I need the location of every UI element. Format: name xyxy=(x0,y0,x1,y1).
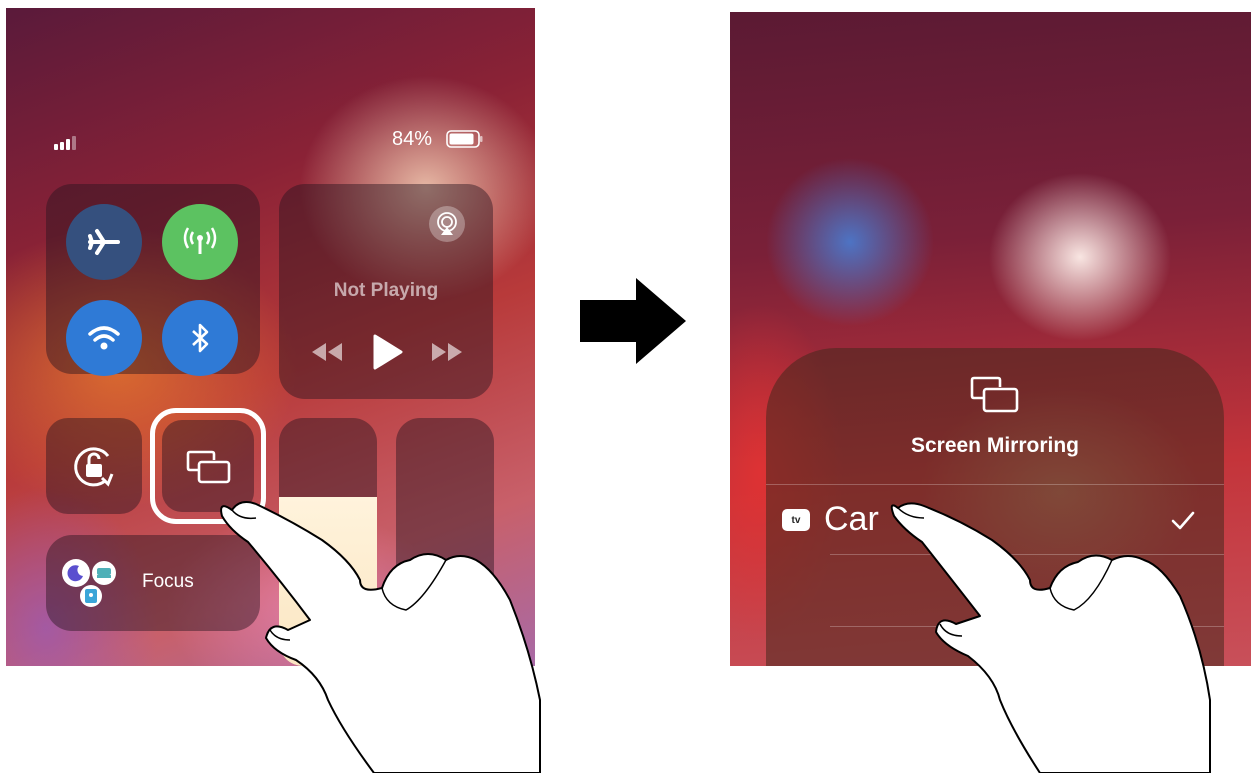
battery-percent: 84% xyxy=(392,128,433,150)
airplay-button[interactable] xyxy=(429,206,465,242)
fast-forward-button[interactable] xyxy=(429,339,465,365)
bluetooth-button[interactable] xyxy=(162,300,238,376)
fast-forward-icon xyxy=(432,343,462,361)
device-name: Car xyxy=(824,500,879,538)
airplay-icon xyxy=(437,212,457,235)
play-icon xyxy=(373,334,403,370)
battery-icon xyxy=(446,130,484,148)
cellular-data-button[interactable] xyxy=(162,204,238,280)
signal-strength-icon xyxy=(54,136,84,150)
now-playing-tile: Not Playing xyxy=(279,184,493,399)
apple-tv-badge-text: tv xyxy=(791,514,801,526)
rotation-lock-icon xyxy=(74,447,114,487)
now-playing-title: Not Playing xyxy=(333,280,439,301)
rewind-icon xyxy=(312,343,342,361)
bluetooth-icon xyxy=(192,323,209,353)
sheet-title: Screen Mirroring xyxy=(910,434,1080,457)
arrow-right-icon xyxy=(580,278,686,364)
rotation-lock-button[interactable] xyxy=(46,418,142,514)
wifi-button[interactable] xyxy=(66,300,142,376)
screen-mirroring-icon xyxy=(970,376,1019,413)
moon-icon xyxy=(62,559,90,587)
airplane-mode-button[interactable] xyxy=(66,204,142,280)
airplane-icon xyxy=(88,229,120,255)
wifi-icon xyxy=(88,326,120,350)
focus-label: Focus xyxy=(142,571,194,592)
rewind-button[interactable] xyxy=(309,339,345,365)
person-badge-icon xyxy=(80,585,102,607)
tapping-hand-illustration xyxy=(890,502,1211,773)
tapping-hand-illustration xyxy=(220,501,541,773)
apple-tv-badge: tv xyxy=(782,509,810,531)
bed-icon xyxy=(92,561,116,585)
play-button[interactable] xyxy=(371,332,405,372)
cellular-icon xyxy=(183,227,217,254)
divider xyxy=(766,484,1224,485)
screen-mirroring-icon xyxy=(186,450,231,484)
connectivity-tile xyxy=(46,184,260,376)
